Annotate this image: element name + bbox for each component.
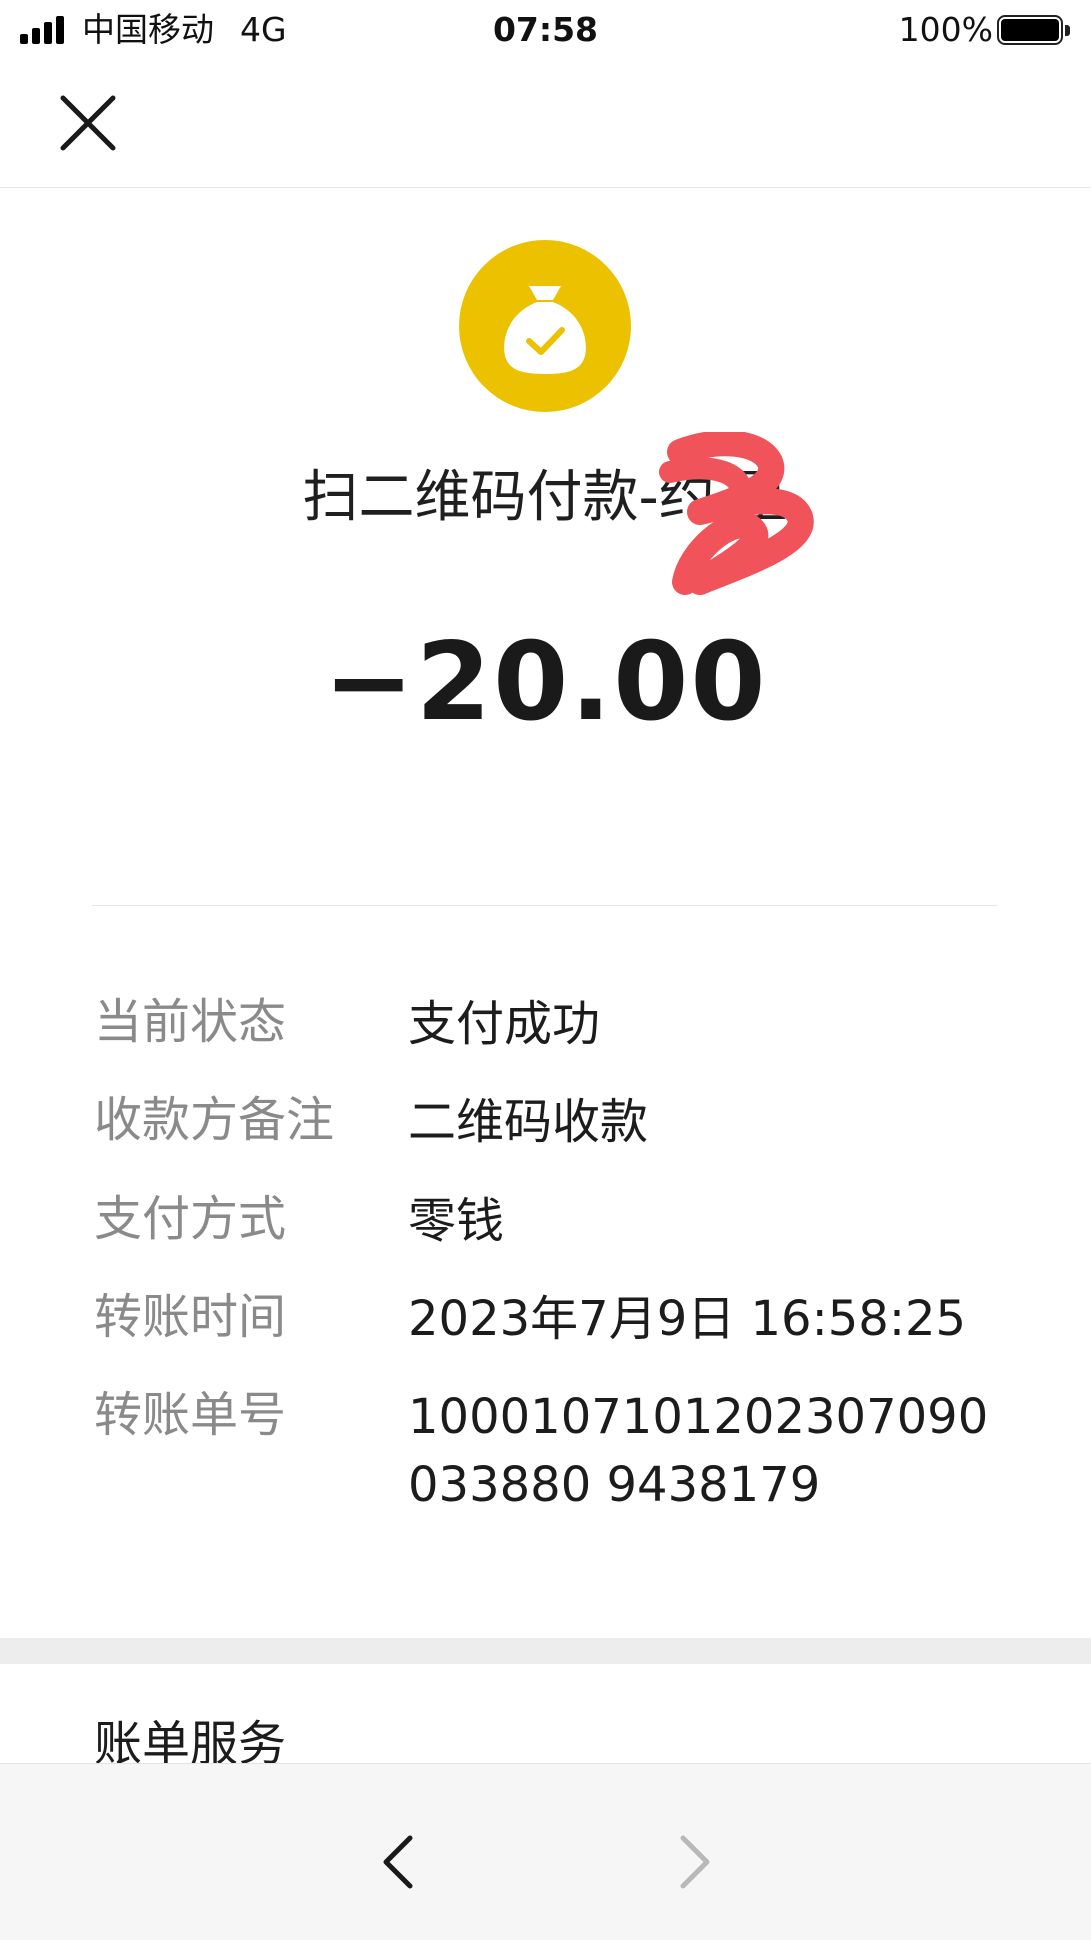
back-button[interactable] [372,1824,428,1900]
battery-icon [997,15,1073,47]
detail-value: 1000107101202307090033880 9438179 [408,1389,989,1513]
battery-percent: 100% [898,10,993,49]
detail-value: 零钱 [408,1193,505,1249]
close-icon [60,95,116,151]
amount: −20.00 [323,620,768,745]
money-bag-check-icon [459,240,631,412]
detail-label: 收款方备注 [94,1092,335,1148]
detail-value: 2023年7月9日 16:58:25 [408,1291,967,1347]
forward-button[interactable] [665,1824,721,1900]
status-bar: 中国移动 4G 07:58 100% [0,0,1091,62]
screen: 中国移动 4G 07:58 100% 扫二维码付款-约 星 −20.00 当前状… [0,0,1091,1940]
chevron-right-icon [680,1835,710,1889]
bottom-nav-bar [0,1763,1091,1940]
detail-value: 支付成功 [408,996,601,1052]
section-separator [0,1638,1091,1664]
detail-label: 转账时间 [94,1289,287,1345]
chevron-left-icon [383,1835,413,1889]
merchant-name: 扫二维码付款-约 星 [302,465,789,530]
top-nav [0,62,1091,188]
close-button[interactable] [55,90,121,156]
detail-label: 当前状态 [94,994,287,1050]
detail-label: 支付方式 [94,1191,287,1247]
detail-label: 转账单号 [94,1387,287,1443]
detail-value: 二维码收款 [408,1094,649,1150]
redaction-scribble [659,432,814,595]
divider [92,905,998,906]
